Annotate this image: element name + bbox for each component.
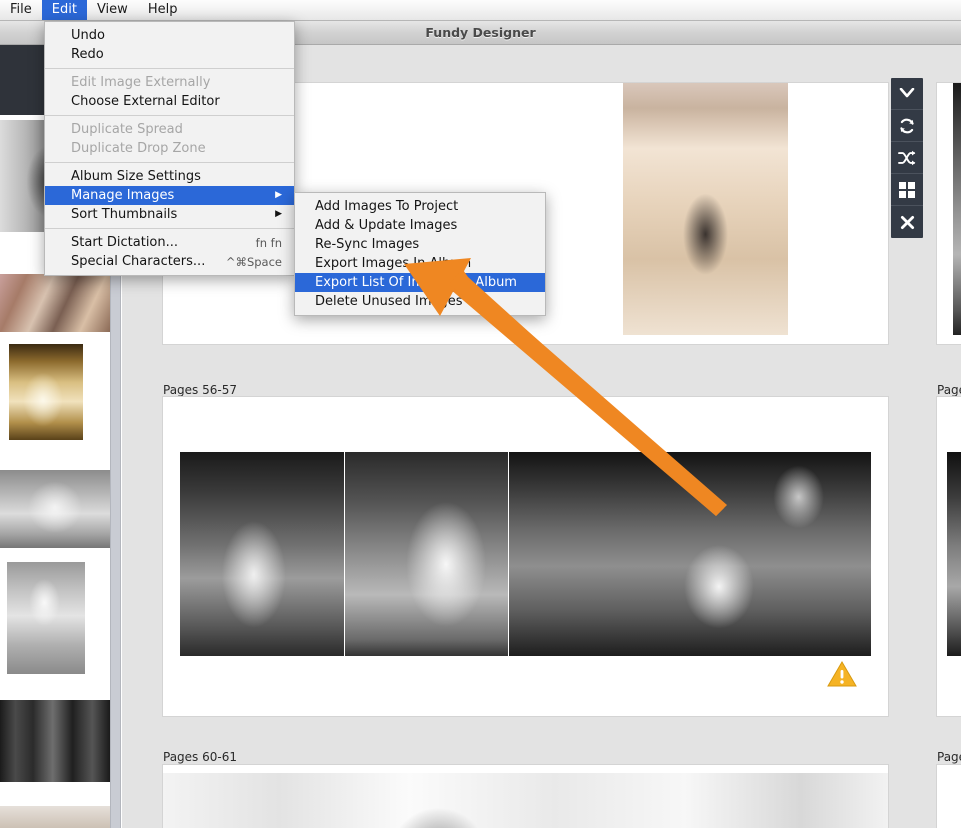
- menu-item-shortcut: fn fn: [255, 235, 282, 250]
- menu-item-label: Add Images To Project: [315, 199, 459, 214]
- photo-cell[interactable]: [953, 83, 961, 335]
- thumbnail-item[interactable]: [0, 562, 110, 674]
- submenu-arrow-icon: ▶: [275, 209, 282, 219]
- menu-item-label: Redo: [71, 47, 104, 62]
- spread-label-partial: Page: [937, 750, 961, 764]
- submenu-item-add-images-to-project[interactable]: Add Images To Project: [295, 197, 545, 216]
- warning-triangle-icon[interactable]: [827, 661, 857, 693]
- window-title: Fundy Designer: [425, 25, 536, 40]
- menu-item-label: Duplicate Spread: [71, 122, 183, 137]
- menu-separator: [45, 162, 294, 163]
- thumbnail-item[interactable]: [0, 470, 110, 548]
- spread-panel-partial[interactable]: [937, 397, 961, 716]
- photo-cell[interactable]: [509, 452, 871, 656]
- tool-palette[interactable]: [891, 78, 923, 238]
- spread-panel[interactable]: [163, 397, 888, 716]
- menu-item-shortcut: ^⌘Space: [225, 254, 282, 269]
- menu-item-manage-images[interactable]: Manage Images ▶: [45, 186, 294, 205]
- submenu-item-export-list-of-images-in-album[interactable]: Export List Of Images In Album: [295, 273, 545, 292]
- menu-item-label: Delete Unused Images: [315, 294, 463, 309]
- menu-bar[interactable]: File Edit View Help: [0, 0, 961, 21]
- menu-item-edit-image-externally: Edit Image Externally: [45, 73, 294, 92]
- spread-panel-partial[interactable]: [937, 83, 961, 344]
- menubar-item-view[interactable]: View: [87, 0, 138, 20]
- manage-images-submenu[interactable]: Add Images To Project Add & Update Image…: [294, 192, 546, 316]
- submenu-item-add-and-update-images[interactable]: Add & Update Images: [295, 216, 545, 235]
- close-icon: [900, 215, 915, 230]
- menu-item-label: Duplicate Drop Zone: [71, 141, 206, 156]
- menu-item-label: Album Size Settings: [71, 169, 201, 184]
- menu-item-label: Edit Image Externally: [71, 75, 211, 90]
- menubar-item-file[interactable]: File: [0, 0, 42, 20]
- menu-item-duplicate-drop-zone: Duplicate Drop Zone: [45, 139, 294, 158]
- menu-item-label: Re-Sync Images: [315, 237, 420, 252]
- menu-item-label: Start Dictation...: [71, 235, 179, 250]
- grid-layout-button[interactable]: [891, 174, 923, 206]
- menu-item-start-dictation[interactable]: Start Dictation... fn fn: [45, 233, 294, 252]
- submenu-item-re-sync-images[interactable]: Re-Sync Images: [295, 235, 545, 254]
- chevron-down-icon: [899, 87, 915, 100]
- menu-separator: [45, 228, 294, 229]
- menubar-item-edit[interactable]: Edit: [41, 0, 87, 20]
- submenu-item-export-images-in-album[interactable]: Export Images In Album: [295, 254, 545, 273]
- spread-label-partial: Page: [937, 383, 961, 397]
- spread-label: Pages 56-57: [163, 383, 237, 397]
- menu-item-label: Special Characters...: [71, 254, 206, 269]
- menu-separator: [45, 68, 294, 69]
- menubar-item-help[interactable]: Help: [138, 0, 188, 20]
- thumbnail-item[interactable]: [0, 700, 110, 782]
- sync-icon: [898, 117, 916, 135]
- menu-item-album-size-settings[interactable]: Album Size Settings: [45, 167, 294, 186]
- menu-item-label: Export Images In Album: [315, 256, 472, 271]
- thumbnail-item[interactable]: [0, 344, 110, 440]
- photo-cell[interactable]: [623, 83, 788, 335]
- menu-item-duplicate-spread: Duplicate Spread: [45, 120, 294, 139]
- menu-item-undo[interactable]: Undo: [45, 26, 294, 45]
- menu-separator: [45, 115, 294, 116]
- submenu-item-delete-unused-images[interactable]: Delete Unused Images: [295, 292, 545, 311]
- thumbnail-item[interactable]: [0, 274, 110, 332]
- photo-cell[interactable]: [947, 452, 961, 656]
- submenu-arrow-icon: ▶: [275, 190, 282, 200]
- photo-cell[interactable]: [163, 773, 888, 828]
- menu-item-special-characters[interactable]: Special Characters... ^⌘Space: [45, 252, 294, 271]
- menu-item-redo[interactable]: Redo: [45, 45, 294, 64]
- shuffle-button[interactable]: [891, 142, 923, 174]
- menu-item-sort-thumbnails[interactable]: Sort Thumbnails ▶: [45, 205, 294, 224]
- grid-icon: [899, 181, 915, 198]
- menu-item-choose-external-editor[interactable]: Choose External Editor: [45, 92, 294, 111]
- collapse-button[interactable]: [891, 78, 923, 110]
- spread-panel-partial[interactable]: [937, 765, 961, 828]
- spread-label: Pages 60-61: [163, 750, 237, 764]
- photo-cell[interactable]: [345, 452, 508, 656]
- menu-item-label: Sort Thumbnails: [71, 207, 178, 222]
- menu-item-label: Add & Update Images: [315, 218, 458, 233]
- menu-item-label: Export List Of Images In Album: [315, 275, 517, 290]
- menu-item-label: Manage Images: [71, 188, 175, 203]
- refresh-button[interactable]: [891, 110, 923, 142]
- thumbnail-item[interactable]: [0, 806, 110, 828]
- shuffle-icon: [898, 150, 916, 166]
- photo-cell[interactable]: [180, 452, 344, 656]
- menu-item-label: Undo: [71, 28, 105, 43]
- close-button[interactable]: [891, 206, 923, 238]
- application-window: Pages 56-57 Pages 60-61 Pag Pag Fundy De…: [0, 0, 961, 828]
- edit-menu-dropdown[interactable]: Undo Redo Edit Image Externally Choose E…: [44, 21, 295, 276]
- menu-item-label: Choose External Editor: [71, 94, 220, 109]
- spread-panel[interactable]: [163, 765, 888, 828]
